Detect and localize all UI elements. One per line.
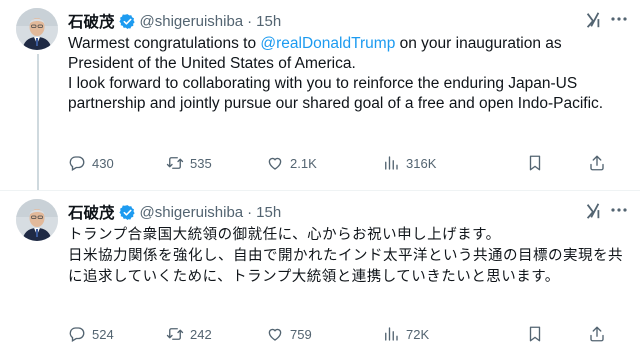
repost-button[interactable]: 242 — [166, 325, 212, 343]
reply-count: 430 — [92, 155, 114, 171]
share-icon — [590, 155, 604, 171]
more-icon[interactable] — [608, 199, 630, 221]
post-english[interactable]: 石破茂 @shigeruishiba · 15h Warmest congrat… — [0, 0, 640, 190]
repost-count: 242 — [190, 326, 212, 342]
views-icon — [385, 327, 398, 341]
author-handle[interactable]: @shigeruishiba — [140, 13, 244, 30]
like-icon — [268, 328, 282, 341]
reply-count: 524 — [92, 326, 114, 342]
share-icon — [590, 326, 604, 342]
post-time[interactable]: 15h — [256, 204, 281, 221]
views-button[interactable]: 316K — [382, 154, 436, 172]
author-handle[interactable]: @shigeruishiba — [140, 204, 244, 221]
post-text: Warmest congratulations to @realDonaldTr… — [68, 34, 624, 114]
post-actions: 524 242 759 72K — [68, 323, 628, 345]
repost-button[interactable]: 535 — [166, 154, 212, 172]
like-icon — [268, 157, 282, 170]
post-text: トランプ合衆国大統領の御就任に、心からお祝い申し上げます。 日米協力関係を強化し… — [68, 227, 623, 285]
mention-link[interactable]: @realDonaldTrump — [260, 35, 395, 52]
separator: · — [247, 203, 253, 221]
repost-count: 535 — [190, 155, 212, 171]
views-icon — [385, 156, 398, 170]
post-header: 石破茂 @shigeruishiba · 15h — [68, 10, 281, 32]
verified-badge-icon — [118, 13, 136, 30]
reply-icon — [69, 327, 85, 342]
like-button[interactable]: 759 — [266, 325, 312, 343]
grok-icon[interactable] — [584, 202, 602, 220]
repost-icon — [166, 157, 184, 169]
separator: · — [247, 12, 253, 30]
like-count: 2.1K — [290, 155, 317, 171]
reply-icon — [69, 156, 85, 171]
repost-icon — [166, 328, 184, 340]
verified-badge-icon — [118, 204, 136, 221]
post-japanese[interactable]: 石破茂 @shigeruishiba · 15h トランプ合衆国大統領の御就任に… — [0, 190, 640, 357]
reply-button[interactable]: 524 — [68, 325, 114, 343]
more-icon[interactable] — [608, 8, 630, 30]
avatar[interactable] — [16, 8, 58, 50]
author-name[interactable]: 石破茂 — [68, 10, 115, 32]
bookmark-button[interactable] — [526, 325, 550, 343]
like-count: 759 — [290, 326, 312, 342]
bookmark-button[interactable] — [526, 154, 550, 172]
bookmark-icon — [529, 155, 541, 171]
post-actions: 430 535 2.1K 316K — [68, 152, 628, 174]
share-button[interactable] — [588, 154, 612, 172]
views-count: 72K — [406, 326, 430, 342]
author-name[interactable]: 石破茂 — [68, 201, 115, 223]
like-button[interactable]: 2.1K — [266, 154, 317, 172]
reply-button[interactable]: 430 — [68, 154, 114, 172]
post-time[interactable]: 15h — [256, 13, 281, 30]
views-button[interactable]: 72K — [382, 325, 429, 343]
bookmark-icon — [529, 326, 541, 342]
views-count: 316K — [406, 155, 437, 171]
post-header: 石破茂 @shigeruishiba · 15h — [68, 201, 281, 223]
share-button[interactable] — [588, 325, 612, 343]
avatar[interactable] — [16, 199, 58, 241]
post-text-lead: Warmest congratulations to — [68, 35, 261, 52]
grok-icon[interactable] — [584, 11, 602, 29]
